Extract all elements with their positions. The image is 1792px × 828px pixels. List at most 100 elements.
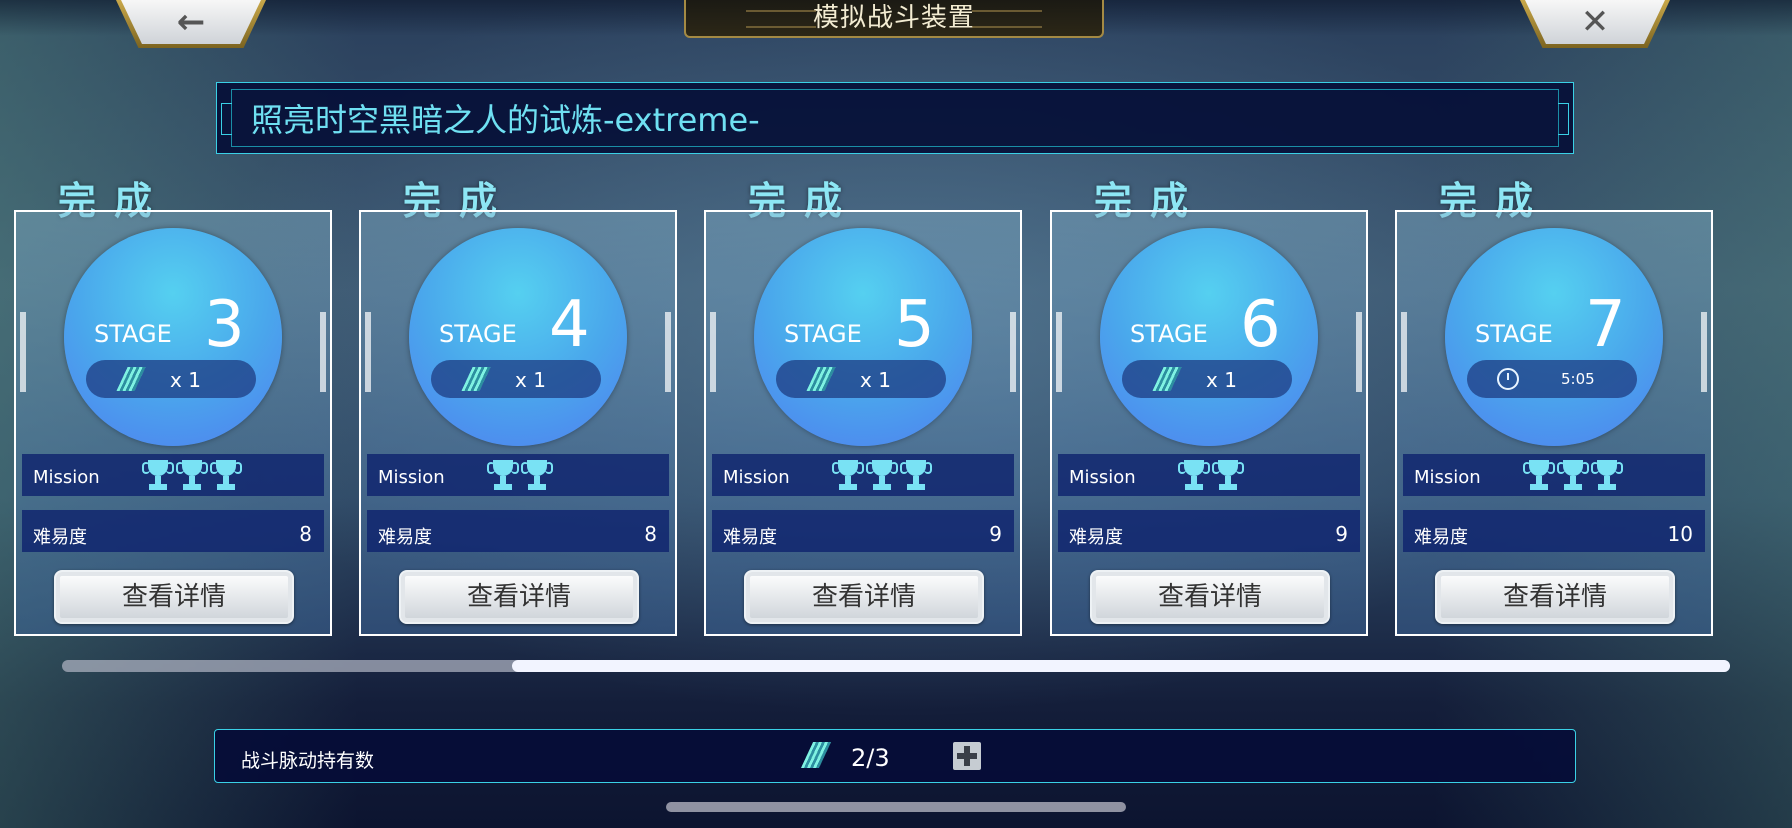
view-details-label: 查看详情 [1502, 582, 1607, 612]
stage-circle: STAGE 3 x 1 [64, 228, 282, 446]
stage-card[interactable]: 完成 STAGE 3 x 1 Mission 难易度 8 查看详情 [14, 179, 332, 636]
stage-label: STAGE [94, 320, 172, 348]
difficulty-value: 8 [299, 522, 312, 546]
view-details-button[interactable]: 查看详情 [54, 570, 294, 624]
difficulty-row: 难易度 8 [367, 510, 669, 552]
mission-trophies [142, 458, 246, 492]
cost-pill: x 1 [1122, 360, 1292, 398]
mission-row: Mission [712, 454, 1014, 496]
screen-title-plate: 模拟战斗装置 [684, 0, 1104, 38]
trophy-icon [176, 458, 208, 492]
difficulty-value: 10 [1667, 522, 1693, 546]
mission-row: Mission [22, 454, 324, 496]
close-button[interactable]: ✕ [1520, 0, 1670, 48]
stage-label: STAGE [1130, 320, 1208, 348]
ticket-icon [806, 367, 836, 391]
trophy-icon [487, 458, 519, 492]
difficulty-value: 9 [989, 522, 1002, 546]
trophy-icon [1212, 458, 1244, 492]
mission-label: Mission [378, 467, 445, 488]
stage-number: 3 [204, 288, 245, 362]
stage-circle: STAGE 5 x 1 [754, 228, 972, 446]
stage-cost: x 1 [860, 368, 891, 392]
mission-label: Mission [33, 467, 100, 488]
mission-row: Mission [367, 454, 669, 496]
cost-pill: 5:05 [1467, 360, 1637, 398]
stage-label: STAGE [439, 320, 517, 348]
difficulty-row: 难易度 8 [22, 510, 324, 552]
view-details-button[interactable]: 查看详情 [744, 570, 984, 624]
mission-label: Mission [1414, 467, 1481, 488]
difficulty-row: 难易度 10 [1403, 510, 1705, 552]
close-icon: ✕ [1580, 2, 1610, 42]
back-arrow-icon: ← [176, 2, 206, 42]
card-frame: STAGE 6 x 1 Mission 难易度 9 查看详情 [1050, 210, 1368, 636]
back-button[interactable]: ← [116, 0, 266, 48]
view-details-button[interactable]: 查看详情 [1090, 570, 1330, 624]
cost-pill: x 1 [776, 360, 946, 398]
trophy-icon [142, 458, 174, 492]
stage-cost: x 1 [170, 368, 201, 392]
trophy-icon [521, 458, 553, 492]
cost-pill: x 1 [86, 360, 256, 398]
difficulty-label: 难易度 [33, 527, 87, 548]
mission-trophies [1178, 458, 1248, 492]
stage-card[interactable]: 完成 STAGE 7 5:05 Mission 难易度 10 查看详情 [1395, 179, 1713, 636]
home-indicator[interactable] [666, 802, 1126, 812]
trophy-icon [900, 458, 932, 492]
cost-pill: x 1 [431, 360, 601, 398]
mission-label: Mission [1069, 467, 1136, 488]
trophy-icon [832, 458, 864, 492]
difficulty-row: 难易度 9 [712, 510, 1014, 552]
mission-trophies [832, 458, 936, 492]
mission-label: Mission [723, 467, 790, 488]
scrollbar-thumb[interactable] [512, 660, 1730, 672]
stage-card[interactable]: 完成 STAGE 5 x 1 Mission 难易度 9 查看详情 [704, 179, 1022, 636]
trophy-icon [210, 458, 242, 492]
trial-title: 照亮时空黑暗之人的试炼-extreme- [251, 101, 760, 139]
difficulty-label: 难易度 [723, 527, 777, 548]
difficulty-row: 难易度 9 [1058, 510, 1360, 552]
mission-row: Mission [1403, 454, 1705, 496]
trophy-icon [1591, 458, 1623, 492]
view-details-button[interactable]: 查看详情 [1435, 570, 1675, 624]
trophy-icon [1557, 458, 1589, 492]
stage-circle: STAGE 4 x 1 [409, 228, 627, 446]
trophy-icon [1523, 458, 1555, 492]
trial-banner: 照亮时空黑暗之人的试炼-extreme- [216, 82, 1574, 154]
ticket-icon [1152, 367, 1182, 391]
stage-number: 4 [549, 288, 590, 362]
ticket-icon [800, 742, 832, 768]
card-frame: STAGE 7 5:05 Mission 难易度 10 查看详情 [1395, 210, 1713, 636]
trophy-icon [1178, 458, 1210, 492]
stage-label: STAGE [1475, 320, 1553, 348]
stage-circle: STAGE 6 x 1 [1100, 228, 1318, 446]
timer-icon [1497, 368, 1519, 390]
card-frame: STAGE 3 x 1 Mission 难易度 8 查看详情 [14, 210, 332, 636]
trophy-icon [866, 458, 898, 492]
ticket-icon [461, 367, 491, 391]
horizontal-scrollbar[interactable] [62, 660, 1730, 672]
mission-trophies [487, 458, 557, 492]
view-details-button[interactable]: 查看详情 [399, 570, 639, 624]
difficulty-label: 难易度 [1069, 527, 1123, 548]
view-details-label: 查看详情 [811, 582, 916, 612]
resource-label: 战斗脉动持有数 [241, 750, 375, 772]
resource-count: 2/3 [851, 744, 890, 772]
add-resource-button[interactable] [953, 742, 981, 770]
stage-timer: 5:05 [1561, 370, 1595, 388]
stage-card[interactable]: 完成 STAGE 4 x 1 Mission 难易度 8 查看详情 [359, 179, 677, 636]
stage-number: 7 [1585, 288, 1626, 362]
stage-number: 6 [1240, 288, 1281, 362]
difficulty-label: 难易度 [1414, 527, 1468, 548]
stage-number: 5 [894, 288, 935, 362]
stage-card[interactable]: 完成 STAGE 6 x 1 Mission 难易度 9 查看详情 [1050, 179, 1368, 636]
difficulty-value: 8 [644, 522, 657, 546]
view-details-label: 查看详情 [1157, 582, 1262, 612]
view-details-label: 查看详情 [466, 582, 571, 612]
stage-circle: STAGE 7 5:05 [1445, 228, 1663, 446]
mission-row: Mission [1058, 454, 1360, 496]
stage-cost: x 1 [1206, 368, 1237, 392]
stage-cost: x 1 [515, 368, 546, 392]
stage-label: STAGE [784, 320, 862, 348]
